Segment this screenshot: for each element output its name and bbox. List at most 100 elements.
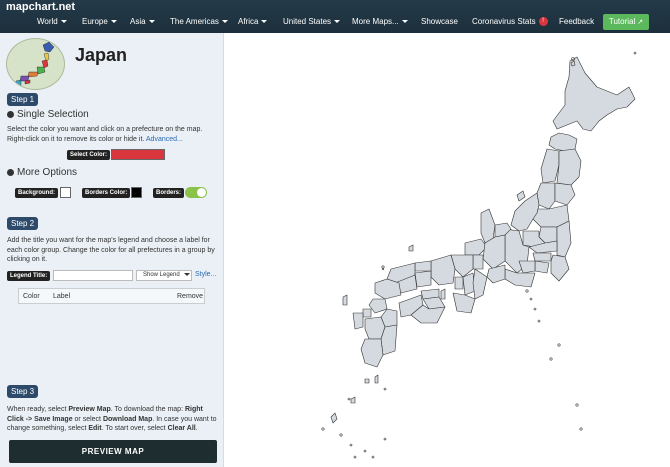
island-okinawa[interactable] <box>330 412 338 424</box>
island-tanegashima[interactable] <box>374 374 379 384</box>
chevron-down-icon <box>60 20 67 24</box>
prefecture-aomori[interactable] <box>548 132 578 152</box>
borders-toggle[interactable] <box>185 187 207 198</box>
brand-logo[interactable]: mapchart.net <box>6 1 75 13</box>
nav-us[interactable]: United States <box>283 17 341 26</box>
alert-badge: ! <box>538 17 548 27</box>
island-hahajima[interactable] <box>549 357 553 361</box>
island-tsushima[interactable] <box>342 294 348 306</box>
prefecture-ishikawa[interactable] <box>480 208 496 244</box>
prefecture-okayama[interactable] <box>414 270 432 288</box>
tutorial-button[interactable]: Tutorial ↗ <box>603 14 649 30</box>
legend-title-label: Legend Title: <box>7 271 51 281</box>
step1-help: Select the color you want and click on a… <box>7 125 219 144</box>
nav-africa[interactable]: Africa <box>238 17 268 26</box>
island-ishigaki[interactable] <box>349 443 353 447</box>
prefecture-hokkaido[interactable] <box>552 56 636 132</box>
island-oki[interactable] <box>408 244 414 252</box>
prefecture-tokyo[interactable] <box>532 252 552 262</box>
prefecture-akita[interactable] <box>540 148 560 184</box>
japan-map <box>321 51 637 459</box>
step2-badge: Step 2 <box>7 217 39 230</box>
single-selection-toggle[interactable]: Single Selection <box>7 109 89 120</box>
island-izu-oshima[interactable] <box>525 289 529 293</box>
style-link[interactable]: Style... <box>195 271 216 278</box>
chevron-down-icon <box>401 20 408 24</box>
prefecture-hyogo[interactable] <box>430 254 456 286</box>
prefecture-chiba[interactable] <box>550 254 570 282</box>
island-kuchinoerabu[interactable] <box>383 387 387 391</box>
prefecture-aichi[interactable] <box>486 264 506 284</box>
nav-world[interactable]: World <box>37 17 67 26</box>
step1-badge: Step 1 <box>7 93 39 106</box>
nav-feedback[interactable]: Feedback <box>559 17 594 26</box>
nav-covid-label: Coronavirus Stats <box>472 17 536 26</box>
prefecture-tottori[interactable] <box>414 260 432 272</box>
nav-coronavirus[interactable]: Coronavirus Stats! <box>472 17 548 27</box>
prefecture-fukuoka[interactable] <box>368 298 388 314</box>
external-link-icon: ↗ <box>637 19 644 26</box>
nav-europe[interactable]: Europe <box>82 17 117 26</box>
island-awaji[interactable] <box>440 288 446 300</box>
island-kume[interactable] <box>321 427 325 431</box>
top-navbar: mapchart.net World Europe Asia The Ameri… <box>0 0 670 33</box>
background-label: Background: <box>15 188 59 198</box>
island-takeshima[interactable] <box>381 265 385 269</box>
nav-showcase[interactable]: Showcase <box>421 17 458 26</box>
sidebar-panel: Japan Step 1 Single Selection Select the… <box>0 33 224 467</box>
island-miyake[interactable] <box>533 307 537 311</box>
advanced-link[interactable]: Advanced... <box>146 136 183 143</box>
prefecture-wakayama[interactable] <box>452 292 476 314</box>
prefecture-yamanashi[interactable] <box>518 260 536 274</box>
island-minamitori[interactable] <box>575 403 579 407</box>
more-options-toggle[interactable]: More Options <box>7 167 77 178</box>
prefecture-saga[interactable] <box>362 308 372 318</box>
island-okinotori[interactable] <box>579 427 583 431</box>
prefecture-miyagi[interactable] <box>554 182 576 206</box>
island-hachijo[interactable] <box>537 319 541 323</box>
nav-asia[interactable]: Asia <box>130 17 155 26</box>
nav-asia-label: Asia <box>130 17 146 26</box>
prefecture-nagasaki[interactable] <box>352 312 364 330</box>
preview-map-button[interactable]: PREVIEW MAP <box>9 440 217 463</box>
background-color-picker[interactable] <box>60 187 71 198</box>
island-niijima[interactable] <box>529 297 533 301</box>
prefecture-yamagata[interactable] <box>536 182 556 210</box>
island-dot[interactable] <box>381 267 385 271</box>
prefecture-kagoshima[interactable] <box>360 338 384 368</box>
map-title: Japan <box>75 45 128 65</box>
map-canvas[interactable] <box>225 33 670 467</box>
island-yonaguni[interactable] <box>363 449 367 453</box>
prefecture-iwate[interactable] <box>556 148 582 186</box>
borders-color-picker[interactable] <box>131 187 142 198</box>
nav-more-label: More Maps... <box>352 17 399 26</box>
island-tarama[interactable] <box>383 437 387 441</box>
prefecture-ibaraki[interactable] <box>556 220 572 258</box>
island-kunashiri[interactable] <box>633 51 637 55</box>
prefecture-osaka[interactable] <box>454 276 464 290</box>
show-legend-select[interactable]: Show Legend <box>136 270 192 281</box>
island-amami[interactable] <box>350 396 356 404</box>
chevron-down-icon <box>334 20 341 24</box>
step2-help: Add the title you want for the map's leg… <box>7 237 215 263</box>
prefecture-mie[interactable] <box>472 268 488 300</box>
col-remove-header: Remove <box>177 293 204 300</box>
nav-americas[interactable]: The Americas <box>170 17 228 26</box>
select-color-picker[interactable] <box>111 149 165 160</box>
prefecture-shiga[interactable] <box>472 254 484 270</box>
island-iriomote[interactable] <box>353 455 357 459</box>
chevron-down-icon <box>148 20 155 24</box>
legend-title-input[interactable] <box>53 270 133 281</box>
island-yakushima[interactable] <box>364 378 370 384</box>
borders-color-label: Borders Color: <box>82 188 131 198</box>
island-miyako[interactable] <box>339 433 343 437</box>
prefecture-niigata[interactable] <box>510 192 540 232</box>
prefecture-kanagawa[interactable] <box>534 260 550 274</box>
island-tokunoshima[interactable] <box>347 397 351 401</box>
circle-icon <box>7 110 14 118</box>
island-sado[interactable] <box>516 190 526 202</box>
island-chichijima[interactable] <box>557 343 561 347</box>
step3-badge: Step 3 <box>7 385 39 398</box>
nav-more-maps[interactable]: More Maps... <box>352 17 408 26</box>
island-hateruma[interactable] <box>371 455 375 459</box>
